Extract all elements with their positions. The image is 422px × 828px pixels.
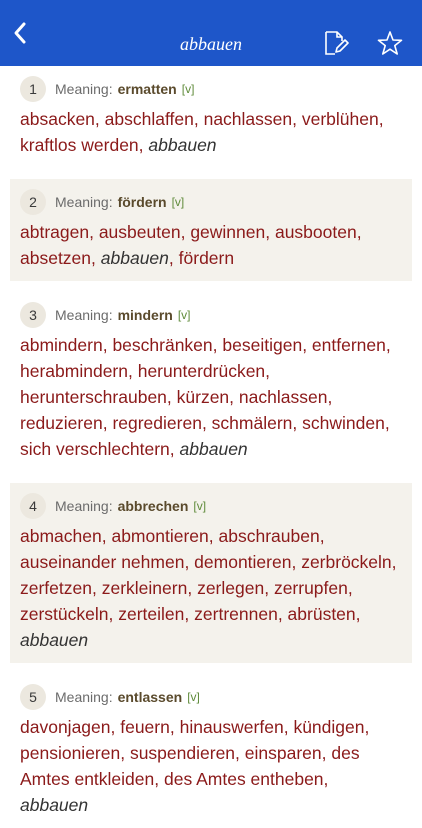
meaning-number-badge: 5 (20, 684, 46, 710)
synonym-link[interactable]: hinauswerfen (180, 717, 284, 737)
meaning-word[interactable]: abbrechen (118, 498, 189, 514)
synonym-link[interactable]: ausbeuten (99, 222, 181, 242)
part-of-speech: [v] (177, 308, 191, 322)
synonym-list: davonjagen, feuern, hinauswerfen, kündig… (20, 717, 370, 815)
synonym-link[interactable]: abbauen (20, 630, 88, 650)
synonym-link[interactable]: abbauen (180, 439, 248, 459)
synonym-list: absacken, abschlaffen, nachlassen, verbl… (20, 109, 384, 155)
synonym-link[interactable]: abmindern (20, 335, 103, 355)
synonym-list: abmachen, abmontieren, abschrauben, ause… (20, 526, 397, 650)
synonym-link[interactable]: gewinnen (190, 222, 265, 242)
meaning-number-badge: 2 (20, 189, 46, 215)
synonym-link[interactable]: kündigen (293, 717, 364, 737)
synonym-link[interactable]: pensionieren (20, 743, 120, 763)
meaning-card: 3 Meaning: mindern [v] abmindern, beschr… (10, 292, 412, 472)
meaning-label: Meaning: (55, 498, 113, 514)
meaning-number-badge: 4 (20, 493, 46, 519)
chevron-left-icon (14, 22, 26, 44)
synonym-link[interactable]: regredieren (112, 413, 202, 433)
part-of-speech: [v] (193, 499, 207, 513)
synonym-link[interactable]: suspendieren (130, 743, 235, 763)
synonym-link[interactable]: abschrauben (219, 526, 320, 546)
synonym-link[interactable]: entfernen (312, 335, 386, 355)
synonym-link[interactable]: zerlegen (197, 578, 264, 598)
synonym-list: abmindern, beschränken, beseitigen, entf… (20, 335, 391, 459)
edit-button[interactable] (323, 30, 349, 56)
synonym-link[interactable]: schwinden (302, 413, 385, 433)
part-of-speech: [v] (181, 82, 195, 96)
synonym-link[interactable]: einsparen (245, 743, 322, 763)
synonym-link[interactable]: zerrupfen (274, 578, 348, 598)
synonym-link[interactable]: zerteilen (118, 604, 184, 624)
synonym-link[interactable]: abschlaffen (105, 109, 194, 129)
synonym-link[interactable]: zerfetzen (20, 578, 92, 598)
part-of-speech: [v] (171, 195, 185, 209)
synonym-link[interactable]: sich verschlechtern (20, 439, 170, 459)
synonym-link[interactable]: herunterschrauben (20, 387, 167, 407)
part-of-speech: [v] (187, 690, 200, 704)
meaning-word[interactable]: mindern (118, 307, 173, 323)
synonym-link[interactable]: beseitigen (222, 335, 302, 355)
synonym-link[interactable]: abbauen (148, 135, 216, 155)
synonym-link[interactable]: zertrennen (194, 604, 278, 624)
meaning-word[interactable]: ermatten (118, 81, 177, 97)
meaning-word[interactable]: fördern (118, 194, 167, 210)
synonym-link[interactable]: zerstückeln (20, 604, 109, 624)
synonym-link[interactable]: abbauen (101, 248, 169, 268)
synonym-link[interactable]: zerbröckeln (301, 552, 391, 572)
synonym-link[interactable]: schmälern (212, 413, 293, 433)
page-title: abbauen (180, 34, 242, 54)
synonym-link[interactable]: davonjagen (20, 717, 111, 737)
meaning-label: Meaning: (55, 689, 113, 705)
meanings-list: 1 Meaning: ermatten [v] absacken, abschl… (0, 66, 422, 828)
synonym-link[interactable]: kürzen (177, 387, 230, 407)
synonym-link[interactable]: abmontieren (111, 526, 208, 546)
synonym-link[interactable]: abrüsten (288, 604, 356, 624)
meaning-number-badge: 1 (20, 76, 46, 102)
favorite-button[interactable] (376, 29, 404, 57)
synonym-link[interactable]: abbauen (20, 795, 88, 815)
synonym-link[interactable]: nachlassen (239, 387, 328, 407)
meaning-card: 5 Meaning: entlassen [v] davonjagen, feu… (10, 674, 412, 828)
meaning-label: Meaning: (55, 307, 113, 323)
synonym-link[interactable]: ausbooten (275, 222, 357, 242)
synonym-link[interactable]: kraftlos werden (20, 135, 139, 155)
meaning-label: Meaning: (55, 81, 113, 97)
synonym-link[interactable]: fördern (179, 248, 234, 268)
synonym-link[interactable]: absetzen (20, 248, 91, 268)
meaning-label: Meaning: (55, 194, 113, 210)
edit-note-icon (325, 31, 349, 55)
meaning-card: 4 Meaning: abbrechen [v] abmachen, abmon… (10, 483, 412, 663)
meaning-card: 1 Meaning: ermatten [v] absacken, abschl… (20, 66, 412, 168)
synonym-link[interactable]: verblühen (302, 109, 379, 129)
nav-bar: abbauen (0, 0, 422, 66)
back-button[interactable] (8, 21, 32, 45)
meaning-number-badge: 3 (20, 302, 46, 328)
synonym-link[interactable]: beschränken (112, 335, 212, 355)
synonym-link[interactable]: absacken (20, 109, 95, 129)
synonym-link[interactable]: nachlassen (204, 109, 293, 129)
synonym-link[interactable]: feuern (120, 717, 170, 737)
synonym-link[interactable]: abmachen (20, 526, 102, 546)
synonym-link[interactable]: demontieren (194, 552, 291, 572)
meaning-card: 2 Meaning: fördern [v] abtragen, ausbeut… (10, 179, 412, 281)
synonym-link[interactable]: abtragen (20, 222, 89, 242)
synonym-link[interactable]: des Amtes entheben (164, 769, 324, 789)
synonym-link[interactable]: zerkleinern (102, 578, 188, 598)
synonym-link[interactable]: auseinander nehmen (20, 552, 184, 572)
synonym-link[interactable]: reduzieren (20, 413, 103, 433)
synonym-list: abtragen, ausbeuten, gewinnen, ausbooten… (20, 222, 362, 268)
synonym-link[interactable]: herunterdrücken (138, 361, 265, 381)
star-outline-icon (377, 31, 403, 55)
synonym-link[interactable]: herabmindern (20, 361, 128, 381)
meaning-word[interactable]: entlassen (118, 689, 183, 705)
